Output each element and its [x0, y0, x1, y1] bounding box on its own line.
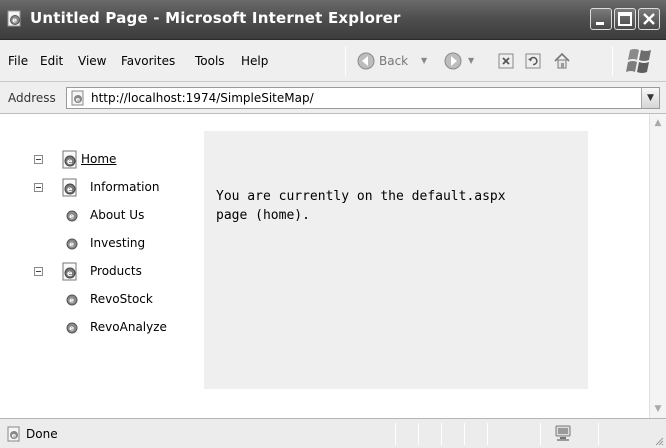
menu-favorites[interactable]: Favorites	[121, 54, 175, 68]
minimize-button[interactable]	[590, 8, 612, 30]
svg-text:e: e	[67, 157, 73, 166]
status-text: Done	[26, 427, 58, 441]
leaf-page-icon: e	[66, 238, 78, 250]
window-title: Untitled Page - Microsoft Internet Explo…	[30, 9, 401, 27]
address-bar: Address e http://localhost:1974/SimpleSi…	[0, 82, 666, 114]
ie-page-icon: e	[7, 10, 21, 27]
tree-node-label[interactable]: RevoStock	[90, 292, 153, 306]
home-icon[interactable]	[552, 51, 572, 71]
back-label[interactable]: Back	[379, 54, 408, 68]
collapse-icon[interactable]	[34, 183, 43, 192]
svg-text:e: e	[12, 17, 17, 25]
svg-text:e: e	[12, 431, 17, 439]
minimize-icon	[596, 22, 604, 25]
address-dropdown-icon[interactable]: ▼	[641, 88, 659, 108]
content-line-1: You are currently on the default.aspx	[216, 189, 506, 204]
page-icon: e	[62, 262, 77, 281]
status-divider	[487, 423, 488, 445]
tree-node-label[interactable]: Investing	[90, 236, 145, 250]
close-button[interactable]	[638, 8, 660, 30]
status-divider	[395, 423, 396, 445]
scroll-up-icon[interactable]: ▲	[650, 115, 666, 131]
menu-view[interactable]: View	[78, 54, 106, 68]
stop-icon[interactable]	[497, 51, 515, 71]
status-divider	[540, 423, 541, 445]
refresh-icon[interactable]	[524, 51, 542, 71]
svg-text:e: e	[69, 325, 74, 333]
menu-help[interactable]: Help	[241, 54, 268, 68]
back-icon[interactable]	[356, 51, 376, 71]
forward-dropdown-icon[interactable]: ▼	[468, 56, 474, 65]
content-message: You are currently on the default.aspx pa…	[216, 187, 546, 225]
address-field[interactable]: e http://localhost:1974/SimpleSiteMap/ ▼	[66, 87, 660, 109]
toolbar-separator	[345, 46, 346, 76]
svg-text:e: e	[67, 185, 73, 194]
menu-edit[interactable]: Edit	[40, 54, 63, 68]
status-divider	[441, 423, 442, 445]
svg-text:e: e	[69, 241, 74, 249]
svg-text:e: e	[76, 95, 81, 103]
title-bar[interactable]: e Untitled Page - Microsoft Internet Exp…	[0, 0, 666, 40]
page-icon: e	[62, 178, 77, 197]
resize-grip-icon[interactable]	[654, 436, 664, 446]
menu-bar: File Edit View Favorites Tools Help Back…	[0, 40, 666, 82]
address-url[interactable]: http://localhost:1974/SimpleSiteMap/	[91, 91, 314, 105]
leaf-page-icon: e	[66, 210, 78, 222]
svg-text:e: e	[67, 269, 73, 278]
page-content: e Home e Information e About Us e Invest…	[0, 114, 666, 418]
status-divider	[598, 423, 599, 445]
status-divider	[464, 423, 465, 445]
toolbar-separator	[612, 46, 613, 76]
page-icon: e	[62, 150, 77, 169]
leaf-page-icon: e	[66, 294, 78, 306]
content-panel: You are currently on the default.aspx pa…	[204, 131, 588, 389]
tree-node-label[interactable]: Products	[90, 264, 142, 278]
menu-file[interactable]: File	[8, 54, 28, 68]
page-done-icon: e	[7, 426, 20, 442]
local-intranet-zone-icon[interactable]	[553, 424, 573, 442]
status-divider	[418, 423, 419, 445]
maximize-button[interactable]	[614, 8, 636, 30]
svg-text:e: e	[69, 213, 74, 221]
page-icon: e	[71, 90, 84, 106]
forward-icon[interactable]	[443, 51, 463, 71]
svg-text:e: e	[69, 297, 74, 305]
status-bar: e Done	[0, 418, 666, 448]
tree-node-label[interactable]: About Us	[90, 208, 144, 222]
content-line-2: page (home).	[216, 208, 310, 223]
collapse-icon[interactable]	[34, 267, 43, 276]
collapse-icon[interactable]	[34, 155, 43, 164]
close-icon	[643, 13, 655, 25]
address-label: Address	[8, 91, 56, 105]
windows-logo-icon	[626, 49, 651, 73]
tree-node-label[interactable]: Home	[81, 152, 116, 166]
tree-node-label[interactable]: RevoAnalyze	[90, 320, 167, 334]
maximize-icon	[618, 12, 632, 26]
scroll-down-icon[interactable]: ▼	[650, 401, 666, 417]
leaf-page-icon: e	[66, 322, 78, 334]
vertical-scrollbar[interactable]: ▲ ▼	[649, 114, 666, 418]
back-dropdown-icon[interactable]: ▼	[421, 56, 427, 65]
menu-tools[interactable]: Tools	[195, 54, 225, 68]
tree-node-label[interactable]: Information	[90, 180, 159, 194]
